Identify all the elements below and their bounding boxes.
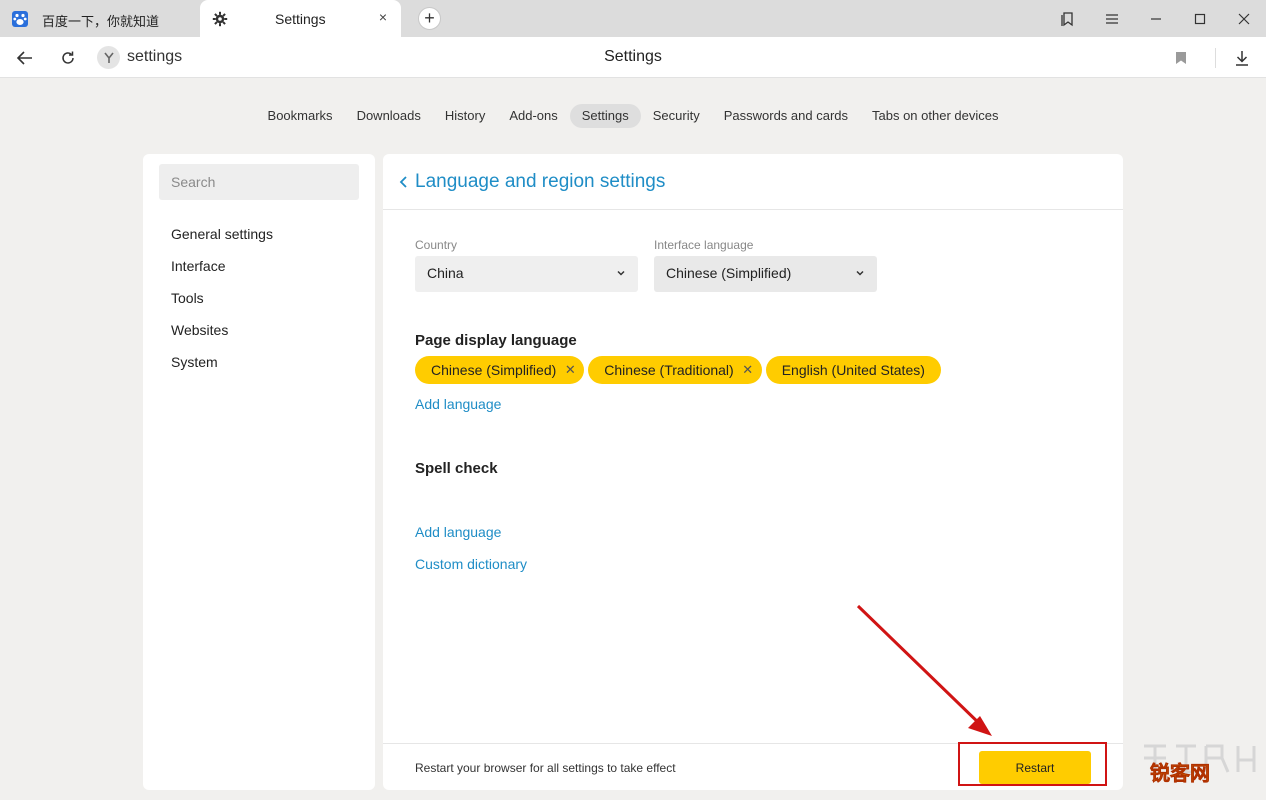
- panel-title: Language and region settings: [415, 171, 666, 192]
- collections-button[interactable]: [1046, 0, 1090, 37]
- download-icon: [1236, 51, 1248, 66]
- nav-history[interactable]: History: [433, 104, 497, 128]
- minimize-icon: [1151, 17, 1161, 20]
- language-chip[interactable]: English (United States): [765, 356, 941, 384]
- nav-passwords-and-cards[interactable]: Passwords and cards: [712, 104, 860, 128]
- annotation-arrow: [856, 604, 992, 736]
- panel-header: Language and region settings: [383, 154, 1123, 210]
- toolbar-divider: [1215, 48, 1216, 68]
- chip-label: Chinese (Simplified): [431, 362, 557, 378]
- tab-settings[interactable]: Settings ×: [200, 0, 401, 37]
- close-icon: [1238, 13, 1250, 24]
- nav-settings[interactable]: Settings: [569, 104, 641, 128]
- settings-nav: Bookmarks Downloads History Add-ons Sett…: [0, 104, 1266, 128]
- chip-label: English (United States): [781, 362, 925, 378]
- site-watermark: 锐客网: [1144, 744, 1256, 786]
- remove-chip-icon[interactable]: ✕: [742, 362, 754, 378]
- tab-baidu[interactable]: 百度一下，你就知道: [0, 0, 200, 37]
- svg-text:锐客网: 锐客网: [1150, 761, 1210, 785]
- custom-dictionary-link[interactable]: Custom dictionary: [415, 556, 527, 572]
- sidebar-item-system[interactable]: System: [171, 352, 273, 384]
- search-input[interactable]: [159, 164, 359, 200]
- baidu-paw-icon: [12, 11, 28, 27]
- downloads-button[interactable]: [1230, 45, 1254, 71]
- spell-check-title: Spell check: [415, 460, 498, 477]
- remove-chip-icon[interactable]: ✕: [564, 362, 576, 378]
- nav-bookmarks[interactable]: Bookmarks: [256, 104, 345, 128]
- close-tab-icon[interactable]: ×: [375, 9, 391, 25]
- page-title: Settings: [604, 48, 662, 65]
- chevron-left-icon[interactable]: [397, 172, 409, 192]
- settings-sidebar: General settings Interface Tools Website…: [143, 154, 375, 790]
- reload-button[interactable]: [55, 45, 81, 71]
- nav-tabs-on-other-devices[interactable]: Tabs on other devices: [860, 104, 1010, 128]
- restart-message: Restart your browser for all settings to…: [415, 761, 676, 775]
- interface-language-select[interactable]: Chinese (Simplified): [654, 256, 877, 292]
- add-spell-language-link[interactable]: Add language: [415, 524, 501, 540]
- close-window-button[interactable]: [1222, 0, 1266, 37]
- sidebar-item-interface[interactable]: Interface: [171, 256, 273, 288]
- bookmark-icon: [1176, 52, 1186, 64]
- nav-security[interactable]: Security: [641, 104, 712, 128]
- gear-icon: [212, 11, 228, 27]
- add-page-language-link[interactable]: Add language: [415, 396, 501, 412]
- menu-button[interactable]: [1090, 0, 1134, 37]
- country-value: China: [427, 265, 464, 281]
- nav-add-ons[interactable]: Add-ons: [497, 104, 569, 128]
- restart-highlight-box: [958, 742, 1107, 786]
- watermark-logo: 锐客网: [1150, 761, 1211, 786]
- settings-main-panel: Language and region settings Country Chi…: [383, 154, 1123, 790]
- reload-icon: [62, 51, 74, 64]
- interface-language-value: Chinese (Simplified): [666, 265, 792, 281]
- new-tab-button[interactable]: +: [418, 7, 441, 30]
- minimize-button[interactable]: [1134, 0, 1178, 37]
- sidebar-list: General settings Interface Tools Website…: [171, 224, 273, 384]
- page-display-language-title: Page display language: [415, 332, 577, 349]
- chevron-down-icon: [617, 270, 625, 276]
- tab-title: 百度一下，你就知道: [42, 14, 160, 29]
- interface-language-label: Interface language: [654, 238, 754, 252]
- country-label: Country: [415, 238, 458, 252]
- back-button[interactable]: [12, 45, 38, 71]
- collections-icon: [1061, 11, 1073, 26]
- hamburger-menu-icon: [1106, 13, 1118, 24]
- sidebar-item-websites[interactable]: Websites: [171, 320, 273, 352]
- address-bar: settings Settings: [0, 37, 1266, 78]
- bookmark-button[interactable]: [1170, 45, 1192, 71]
- country-select[interactable]: China: [415, 256, 638, 292]
- chip-label: Chinese (Traditional): [604, 362, 734, 378]
- language-chips: Chinese (Simplified) ✕ Chinese (Traditio…: [415, 356, 941, 384]
- nav-downloads[interactable]: Downloads: [345, 104, 433, 128]
- site-badge[interactable]: [97, 46, 120, 69]
- maximize-button[interactable]: [1178, 0, 1222, 37]
- window-controls: [1046, 0, 1266, 37]
- address-input[interactable]: settings: [127, 48, 182, 66]
- sidebar-item-tools[interactable]: Tools: [171, 288, 273, 320]
- language-chip[interactable]: Chinese (Traditional) ✕: [588, 356, 762, 384]
- tab-strip: 百度一下，你就知道 Settings × +: [0, 0, 1266, 37]
- sidebar-item-general-settings[interactable]: General settings: [171, 224, 273, 256]
- tab-title: Settings: [275, 11, 326, 27]
- chevron-down-icon: [856, 270, 864, 276]
- maximize-icon: [1194, 13, 1206, 24]
- yandex-y-icon: [103, 52, 114, 63]
- arrow-left-icon: [16, 51, 32, 65]
- language-chip[interactable]: Chinese (Simplified) ✕: [415, 356, 585, 384]
